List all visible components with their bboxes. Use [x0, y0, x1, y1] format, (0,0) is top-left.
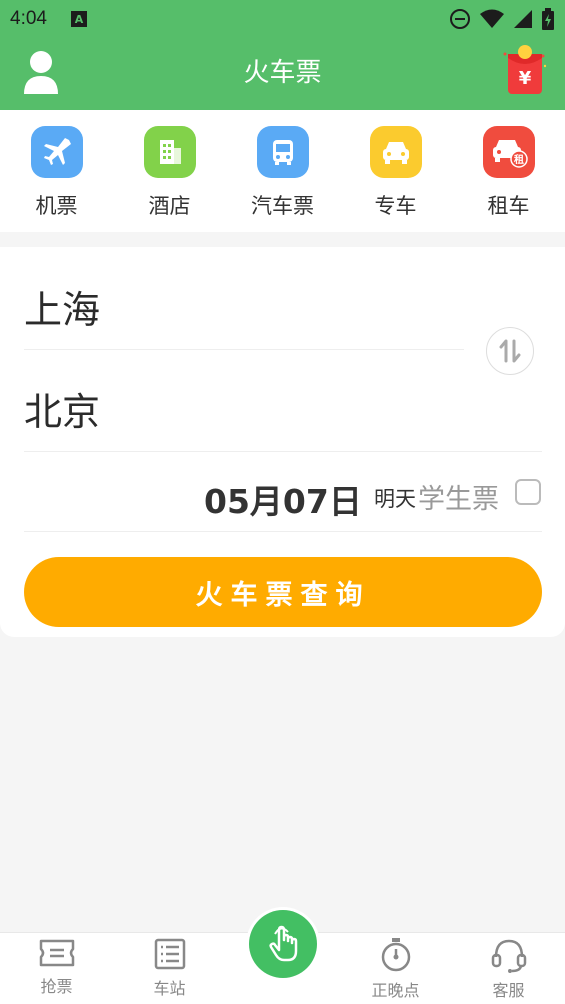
- ticket-icon: [39, 939, 74, 967]
- building-icon: [143, 126, 196, 178]
- swap-icon: [499, 339, 521, 363]
- tap-center-button[interactable]: [246, 907, 320, 981]
- list-icon: [154, 938, 185, 970]
- signal-icon: [514, 10, 532, 28]
- tap-hand-icon: [269, 925, 298, 962]
- dnd-icon: [450, 9, 470, 29]
- airplane-icon: [30, 126, 83, 178]
- red-packet-icon[interactable]: ¥: [501, 44, 547, 96]
- student-ticket-checkbox[interactable]: [515, 479, 541, 505]
- battery-icon: [542, 8, 554, 30]
- divider: [24, 451, 542, 452]
- tab-punctuality[interactable]: 正晚点: [339, 933, 452, 1004]
- tab-label: 正晚点: [371, 981, 420, 1000]
- headset-icon: [491, 939, 526, 973]
- service-label: 汽车票: [251, 194, 314, 218]
- rental-badge: 租: [514, 153, 524, 166]
- swap-cities-button[interactable]: [486, 327, 534, 375]
- service-flight[interactable]: 机票: [0, 110, 113, 232]
- tab-label: 车站: [153, 979, 186, 998]
- bottom-tab-bar: 抢票 车站 正晚点 客服: [0, 907, 565, 1004]
- car-icon: [369, 126, 422, 178]
- to-city[interactable]: 北京: [24, 381, 100, 436]
- stopwatch-icon: [381, 938, 410, 972]
- notification-icon: A: [70, 11, 87, 27]
- service-hotel[interactable]: 酒店: [113, 110, 226, 232]
- from-city[interactable]: 上海: [24, 279, 100, 334]
- bus-icon: [256, 126, 309, 178]
- student-ticket-label: 学生票: [418, 484, 499, 515]
- departure-date[interactable]: 05月07日: [204, 475, 362, 523]
- tap-center-circle: [249, 910, 317, 978]
- ticket-search-card: 上海 北京 05月07日 明天 学生票 火车票查询: [0, 247, 565, 637]
- divider: [24, 531, 542, 532]
- service-label: 机票: [35, 194, 78, 218]
- red-packet-symbol: ¥: [519, 68, 532, 89]
- tab-label: 抢票: [40, 977, 73, 996]
- date-relative-label: 明天: [374, 487, 416, 511]
- service-bus[interactable]: 汽车票: [226, 110, 339, 232]
- wifi-icon: [480, 9, 504, 28]
- service-car[interactable]: 专车: [339, 110, 452, 232]
- tab-station[interactable]: 车站: [113, 933, 226, 1004]
- search-tickets-button[interactable]: 火车票查询: [24, 557, 542, 627]
- status-icons: [449, 8, 555, 30]
- date-row: 05月07日 明天 学生票: [0, 469, 565, 529]
- service-label: 租车: [487, 194, 530, 218]
- divider: [24, 349, 464, 350]
- status-bar: 4:04 A: [0, 0, 565, 38]
- tab-label: 客服: [492, 981, 525, 1000]
- tab-center[interactable]: [226, 907, 339, 1004]
- tab-customer-service[interactable]: 客服: [452, 933, 565, 1004]
- rental-car-icon: 租: [482, 126, 535, 178]
- service-label: 酒店: [148, 194, 191, 218]
- status-time: 4:04: [10, 8, 47, 29]
- service-label: 专车: [374, 194, 417, 218]
- service-rental[interactable]: 租 租车: [452, 110, 565, 232]
- app-header: 火车票 ¥: [0, 38, 565, 110]
- services-row: 机票 酒店 汽车票 专车 租 租车: [0, 110, 565, 232]
- tab-grab-ticket[interactable]: 抢票: [0, 933, 113, 1004]
- page-title: 火车票: [243, 58, 322, 88]
